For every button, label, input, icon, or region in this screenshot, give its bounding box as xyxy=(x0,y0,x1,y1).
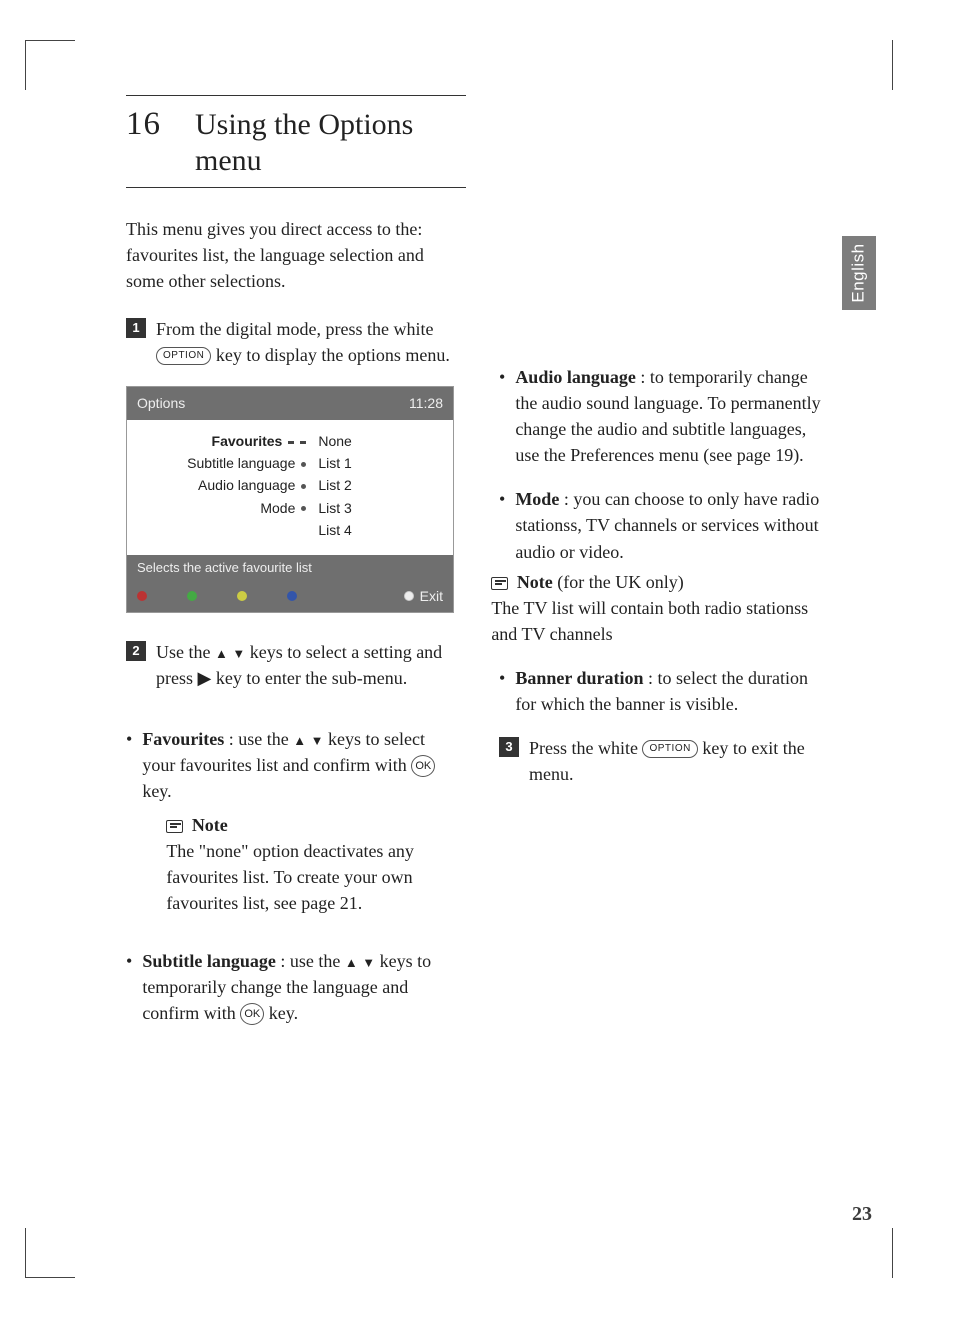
menu-row-audio: Audio language xyxy=(198,477,295,493)
menu-row-subtitle: Subtitle language xyxy=(187,455,295,471)
menu-row-favourites: Favourites xyxy=(212,433,283,449)
step-1-post: key to display the options menu. xyxy=(211,345,449,365)
right-column: Audio language : to temporarily change t… xyxy=(499,216,832,1045)
options-menu-screenshot: Options 11:28 Favourites Subtitle langua… xyxy=(126,386,454,613)
intro-text: This menu gives you direct access to the… xyxy=(126,216,459,294)
language-tab: English xyxy=(842,236,876,310)
banner-label: Banner duration xyxy=(515,668,643,688)
option-key-icon: OPTION xyxy=(642,740,697,758)
step-3-number: 3 xyxy=(499,737,519,757)
arrow-down-icon: ▼ xyxy=(362,955,375,970)
menu-hint: Selects the active favourite list xyxy=(127,555,453,582)
bullet-subtitle: Subtitle language : use the ▲ ▼ keys to … xyxy=(126,948,459,1026)
subtitle-label: Subtitle language xyxy=(142,951,276,971)
favourites-note-text: The "none" option deactivates any favour… xyxy=(166,838,459,916)
menu-opt-list4: List 4 xyxy=(318,519,351,541)
menu-row-mode: Mode xyxy=(260,500,295,516)
menu-opt-none: None xyxy=(318,430,351,452)
bullet-mode: Mode : you can choose to only have radio… xyxy=(499,486,832,647)
section-heading: 16 Using the Options menu xyxy=(126,95,466,188)
section-number: 16 xyxy=(126,106,161,143)
step-2-c: key to enter the sub-menu. xyxy=(211,668,407,688)
step-3-body: Press the white OPTION key to exit the m… xyxy=(529,735,832,787)
note-heading: Note xyxy=(517,572,553,592)
step-1-pre: From the digital mode, press the white xyxy=(156,319,433,339)
mode-note-text: The TV list will contain both radio stat… xyxy=(491,595,832,647)
page-number: 23 xyxy=(852,1203,872,1226)
note-icon xyxy=(491,577,508,590)
step-2-a: Use the xyxy=(156,642,215,662)
ok-key-icon: OK xyxy=(240,1003,264,1025)
menu-opt-list2: List 2 xyxy=(318,474,351,496)
exit-label: Exit xyxy=(420,586,443,606)
arrow-up-icon: ▲ xyxy=(345,955,358,970)
red-button-icon xyxy=(137,591,147,601)
favourites-text-c: key. xyxy=(142,781,171,801)
yellow-button-icon xyxy=(237,591,247,601)
favourites-label: Favourites xyxy=(142,729,224,749)
left-column: This menu gives you direct access to the… xyxy=(126,216,459,1045)
green-button-icon xyxy=(187,591,197,601)
cursor-icon xyxy=(288,437,306,448)
bullet-banner: Banner duration : to select the duration… xyxy=(499,665,832,717)
step-2: 2 Use the ▲ ▼ keys to select a setting a… xyxy=(126,639,459,691)
menu-time: 11:28 xyxy=(409,393,443,413)
dot-icon xyxy=(301,506,306,511)
blue-button-icon xyxy=(287,591,297,601)
step-3: 3 Press the white OPTION key to exit the… xyxy=(499,735,832,787)
page-content: 16 Using the Options menu This menu give… xyxy=(126,95,832,1045)
arrow-down-icon: ▼ xyxy=(232,646,245,661)
arrow-right-icon: ▶ xyxy=(198,668,212,688)
menu-color-buttons: Exit xyxy=(127,582,453,612)
note-icon xyxy=(166,820,183,833)
step-3-pre: Press the white xyxy=(529,738,642,758)
crop-mark-br xyxy=(892,1228,894,1278)
dot-icon xyxy=(301,462,306,467)
bullet-audio: Audio language : to temporarily change t… xyxy=(499,364,832,468)
ok-key-icon: OK xyxy=(411,755,435,777)
subtitle-text-c: key. xyxy=(264,1003,298,1023)
dot-icon xyxy=(301,484,306,489)
crop-mark-tl xyxy=(25,40,75,90)
menu-opt-list3: List 3 xyxy=(318,497,351,519)
favourites-text-a: : use the xyxy=(224,729,293,749)
arrow-down-icon: ▼ xyxy=(311,733,324,748)
step-1: 1 From the digital mode, press the white… xyxy=(126,316,459,368)
arrow-up-icon: ▲ xyxy=(215,646,228,661)
menu-opt-list1: List 1 xyxy=(318,452,351,474)
section-title: Using the Options menu xyxy=(195,107,466,179)
step-1-body: From the digital mode, press the white O… xyxy=(156,316,459,368)
bullet-favourites: Favourites : use the ▲ ▼ keys to select … xyxy=(126,726,459,931)
step-2-number: 2 xyxy=(126,641,146,661)
arrow-up-icon: ▲ xyxy=(293,733,306,748)
option-key-icon: OPTION xyxy=(156,347,211,365)
white-button-icon xyxy=(404,591,414,601)
note-heading: Note xyxy=(192,815,228,835)
mode-note-label: (for the UK only) xyxy=(553,572,684,592)
mode-text: : you can choose to only have radio stat… xyxy=(515,489,819,561)
crop-mark-tr xyxy=(892,40,894,90)
subtitle-text-a: : use the xyxy=(276,951,345,971)
menu-title: Options xyxy=(137,393,185,413)
crop-mark-bl xyxy=(25,1228,75,1278)
mode-label: Mode xyxy=(515,489,559,509)
step-2-body: Use the ▲ ▼ keys to select a setting and… xyxy=(156,639,459,691)
audio-label: Audio language xyxy=(515,367,636,387)
step-1-number: 1 xyxy=(126,318,146,338)
language-tab-label: English xyxy=(849,243,869,302)
